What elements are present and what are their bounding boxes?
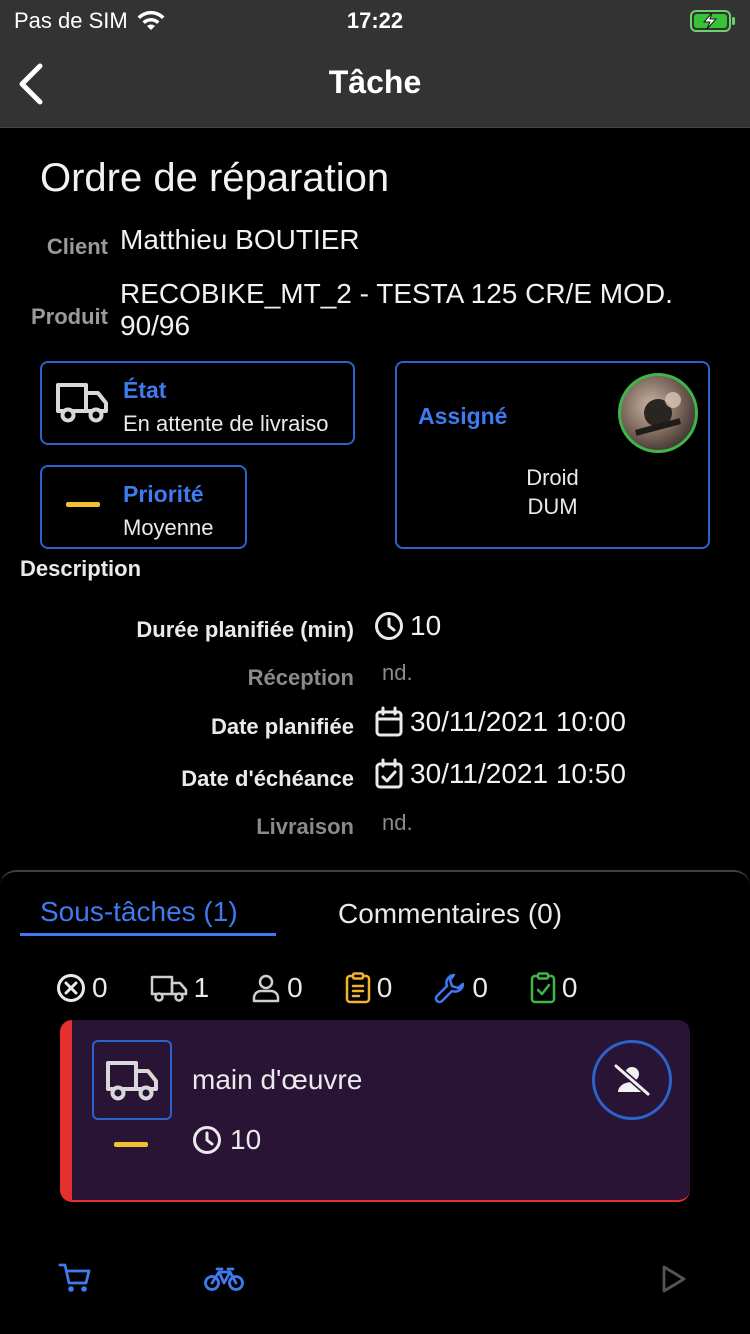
due-date-value: 30/11/2021 10:50 [374, 758, 626, 790]
subtask-priority-indicator [114, 1142, 148, 1147]
subtask-state-badge [92, 1040, 172, 1120]
clock-icon [193, 1126, 221, 1154]
priority-label: Priorité [123, 481, 204, 507]
battery-charging-icon [690, 10, 735, 32]
user-slash-icon [613, 1063, 651, 1097]
due-date-label: Date d'échéance [181, 766, 354, 791]
counter-user-value: 0 [287, 972, 303, 1003]
avatar [618, 373, 698, 453]
counter-todo-value: 0 [376, 972, 393, 1003]
clipboard-check-icon [530, 972, 556, 1004]
state-value: En attente de livraiso [123, 411, 329, 436]
assigned-card[interactable]: Assigné Droid DUM [395, 361, 710, 549]
subtask-counters: 0 1 0 0 0 0 [56, 972, 619, 1004]
subtask-card[interactable]: main d'œuvre 10 [60, 1020, 690, 1202]
planned-duration-value: 10 [374, 610, 441, 642]
tab-comments[interactable]: Commentaires (0) [338, 898, 562, 930]
assigned-label: Assigné [418, 403, 508, 429]
state-label: État [123, 377, 167, 403]
planned-date-label: Date planifiée [210, 714, 354, 739]
counter-user[interactable]: 0 [251, 972, 303, 1004]
top-bar: Pas de SIM 17:22 Tâche [0, 0, 750, 128]
priority-medium-icon [66, 502, 100, 507]
due-date-text: 30/11/2021 10:50 [410, 758, 626, 789]
priority-value: Moyenne [123, 515, 214, 540]
product-line-1: RECOBIKE_MT_2 - TESTA 125 CR/E MOD. [120, 278, 673, 309]
planned-duration-label: Durée planifiée (min) [136, 617, 354, 642]
truck-icon [106, 1061, 158, 1101]
assignee-name-line-1: Droid [526, 465, 579, 490]
calendar-check-icon [375, 758, 403, 789]
order-heading: Ordre de réparation [40, 156, 390, 200]
counter-in-progress[interactable]: 0 [434, 972, 488, 1004]
subtask-duration: 10 [192, 1124, 261, 1156]
product-line-2: 90/96 [120, 310, 191, 341]
bottom-toolbar [0, 1258, 750, 1298]
truck-icon [56, 383, 108, 423]
status-bar: Pas de SIM 17:22 [0, 8, 750, 36]
wrench-icon [435, 973, 465, 1004]
tab-subtasks[interactable]: Sous-tâches (1) [40, 896, 238, 928]
subtask-duration-text: 10 [230, 1124, 262, 1155]
delivery-label: Livraison [256, 814, 354, 839]
counter-todo[interactable]: 0 [345, 972, 393, 1004]
page-title: Tâche [328, 64, 422, 100]
product-value: RECOBIKE_MT_2 - TESTA 125 CR/E MOD. 90/9… [120, 278, 730, 342]
description-title: Description [20, 556, 142, 581]
user-icon [252, 974, 280, 1003]
bicycle-icon[interactable] [204, 1266, 244, 1292]
state-card[interactable]: État En attente de livraiso [40, 361, 355, 445]
counter-done[interactable]: 0 [530, 972, 578, 1004]
tab-active-indicator [20, 933, 276, 936]
clock: 17:22 [346, 8, 404, 33]
client-label: Client [46, 234, 108, 259]
counter-in-progress-value: 0 [472, 972, 488, 1003]
cart-icon[interactable] [58, 1262, 92, 1294]
counter-done-value: 0 [561, 972, 578, 1003]
delivery-value: nd. [382, 810, 413, 835]
clock-icon [375, 612, 403, 640]
reception-label: Réception [247, 665, 354, 690]
circle-x-icon [57, 974, 85, 1002]
planned-date-value: 30/11/2021 10:00 [374, 706, 626, 738]
counter-delivery-value: 1 [193, 972, 210, 1003]
truck-icon [150, 975, 187, 1002]
priority-card[interactable]: Priorité Moyenne [40, 465, 247, 549]
clipboard-list-icon [345, 972, 370, 1004]
assignee-name-line-2: DUM [527, 494, 578, 519]
counter-cancelled[interactable]: 0 [56, 972, 108, 1004]
counter-delivery[interactable]: 1 [150, 972, 210, 1004]
product-label: Produit [31, 304, 108, 329]
planned-duration-text: 10 [410, 610, 442, 641]
subtask-assign-button[interactable] [592, 1040, 672, 1120]
reception-value: nd. [382, 660, 413, 685]
play-icon[interactable] [660, 1264, 688, 1294]
subtask-name: main d'œuvre [192, 1064, 363, 1095]
counter-cancelled-value: 0 [92, 972, 108, 1003]
planned-date-text: 30/11/2021 10:00 [410, 706, 626, 737]
client-value: Matthieu BOUTIER [120, 224, 360, 255]
calendar-icon [375, 706, 403, 737]
